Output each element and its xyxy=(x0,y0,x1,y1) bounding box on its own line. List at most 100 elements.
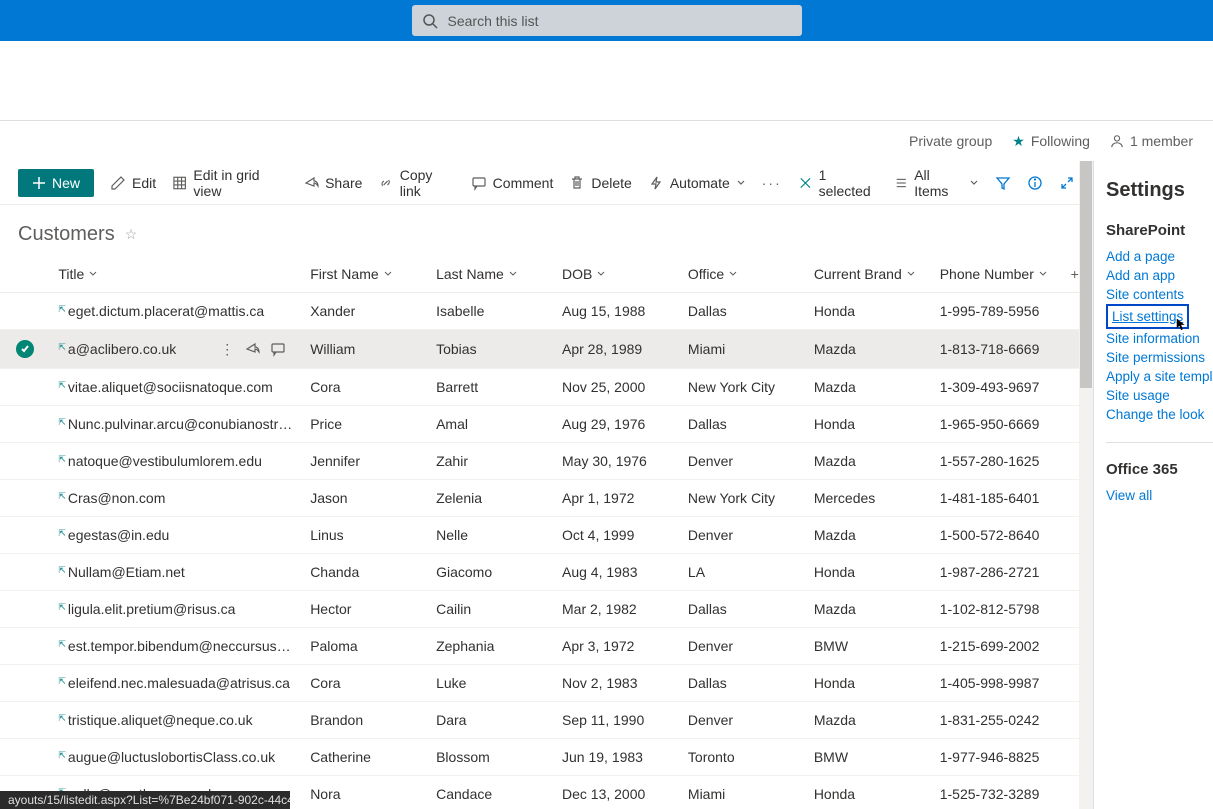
cell-brand: Honda xyxy=(806,665,932,702)
info-button[interactable] xyxy=(1027,175,1043,191)
cell-phone: 1-215-699-2002 xyxy=(932,628,1063,665)
members-button[interactable]: 1 member xyxy=(1110,133,1193,149)
link-site-contents[interactable]: Site contents xyxy=(1106,285,1213,304)
link-add-app[interactable]: Add an app xyxy=(1106,266,1213,285)
col-phone[interactable]: Phone Number xyxy=(932,256,1063,293)
link-list-settings[interactable]: List settings xyxy=(1106,304,1213,329)
link-site-usage[interactable]: Site usage xyxy=(1106,386,1213,405)
cell-dob: Aug 15, 1988 xyxy=(554,293,680,330)
cell-dob: May 30, 1976 xyxy=(554,443,680,480)
link-add-page[interactable]: Add a page xyxy=(1106,247,1213,266)
cell-last: Candace xyxy=(428,776,554,809)
scrollbar-thumb[interactable] xyxy=(1080,161,1092,388)
cell-phone: 1-977-946-8825 xyxy=(932,739,1063,776)
table-row[interactable]: ⇱augue@luctuslobortisClass.co.ukCatherin… xyxy=(0,739,1093,776)
table-row[interactable]: ⇱Nullam@Etiam.netChandaGiacomoAug 4, 198… xyxy=(0,554,1093,591)
chevron-down-icon xyxy=(906,266,916,282)
col-last-name[interactable]: Last Name xyxy=(428,256,554,293)
cell-title[interactable]: ⇱Nullam@Etiam.net xyxy=(50,554,302,591)
cell-title[interactable]: ⇱natoque@vestibulumlorem.edu xyxy=(50,443,302,480)
automate-button[interactable]: Automate xyxy=(648,175,746,191)
cell-dob: Oct 4, 1999 xyxy=(554,517,680,554)
cell-title[interactable]: ⇱ligula.elit.pretium@risus.ca xyxy=(50,591,302,628)
delete-icon xyxy=(569,175,585,191)
cell-title[interactable]: ⇱eget.dictum.placerat@mattis.ca xyxy=(50,293,302,330)
table-row[interactable]: ⇱eleifend.nec.malesuada@atrisus.caCoraLu… xyxy=(0,665,1093,702)
col-dob[interactable]: DOB xyxy=(554,256,680,293)
cell-office: New York City xyxy=(680,480,806,517)
new-button[interactable]: New xyxy=(18,169,94,197)
clear-selection-button[interactable]: 1 selected xyxy=(798,167,878,199)
table-row[interactable]: ⇱est.tempor.bibendum@neccursusa.comPalom… xyxy=(0,628,1093,665)
cell-title[interactable]: ⇱Nunc.pulvinar.arcu@conubianostraper.edu xyxy=(50,406,302,443)
col-brand[interactable]: Current Brand xyxy=(806,256,932,293)
cell-brand: Honda xyxy=(806,554,932,591)
table-row[interactable]: ⇱eget.dictum.placerat@mattis.caXanderIsa… xyxy=(0,293,1093,330)
col-first-name[interactable]: First Name xyxy=(302,256,428,293)
view-switcher-button[interactable]: All Items xyxy=(894,167,979,199)
table-row[interactable]: ⇱tristique.aliquet@neque.co.ukBrandonDar… xyxy=(0,702,1093,739)
col-select[interactable] xyxy=(0,256,50,293)
vertical-scrollbar[interactable] xyxy=(1079,161,1093,809)
new-indicator-icon: ⇱ xyxy=(58,750,66,760)
cell-dob: Apr 28, 1989 xyxy=(554,330,680,369)
favorite-button[interactable]: ☆ xyxy=(125,226,138,243)
row-more-button[interactable]: ⋮ xyxy=(220,341,234,358)
comment-icon[interactable] xyxy=(270,341,286,357)
table-row[interactable]: ⇱egestas@in.eduLinusNelleOct 4, 1999Denv… xyxy=(0,517,1093,554)
cell-brand: Mazda xyxy=(806,443,932,480)
selected-check-icon[interactable] xyxy=(16,340,34,358)
new-indicator-icon: ⇱ xyxy=(58,454,66,464)
chevron-down-icon xyxy=(728,266,738,282)
cell-dob: Apr 3, 1972 xyxy=(554,628,680,665)
cell-first: Nora xyxy=(302,776,428,809)
cell-title[interactable]: ⇱augue@luctuslobortisClass.co.uk xyxy=(50,739,302,776)
share-icon[interactable] xyxy=(244,341,260,357)
cell-brand: Mazda xyxy=(806,517,932,554)
link-view-all[interactable]: View all xyxy=(1106,486,1213,505)
new-indicator-icon: ⇱ xyxy=(58,342,66,352)
cell-brand: Honda xyxy=(806,293,932,330)
new-indicator-icon: ⇱ xyxy=(58,528,66,538)
new-indicator-icon: ⇱ xyxy=(58,304,66,314)
table-row[interactable]: ⇱vitae.aliquet@sociisnatoque.comCoraBarr… xyxy=(0,369,1093,406)
filter-button[interactable] xyxy=(995,175,1011,191)
cell-title[interactable]: ⇱vitae.aliquet@sociisnatoque.com xyxy=(50,369,302,406)
search-input[interactable]: Search this list xyxy=(412,5,802,36)
cell-phone: 1-500-572-8640 xyxy=(932,517,1063,554)
grid-view-button[interactable]: Edit in grid view xyxy=(172,167,287,199)
table-row[interactable]: ⇱natoque@vestibulumlorem.eduJenniferZahi… xyxy=(0,443,1093,480)
table-row[interactable]: ⇱a@aclibero.co.uk⋮WilliamTobiasApr 28, 1… xyxy=(0,330,1093,369)
table-row[interactable]: ⇱Nunc.pulvinar.arcu@conubianostraper.edu… xyxy=(0,406,1093,443)
cell-title[interactable]: ⇱a@aclibero.co.uk⋮ xyxy=(50,330,302,369)
link-site-permissions[interactable]: Site permissions xyxy=(1106,348,1213,367)
link-change-look[interactable]: Change the look xyxy=(1106,405,1213,424)
cell-title[interactable]: ⇱Cras@non.com xyxy=(50,480,302,517)
cell-dob: Apr 1, 1972 xyxy=(554,480,680,517)
cell-title[interactable]: ⇱egestas@in.edu xyxy=(50,517,302,554)
cell-phone: 1-995-789-5956 xyxy=(932,293,1063,330)
link-apply-template[interactable]: Apply a site template xyxy=(1106,367,1213,386)
cell-title[interactable]: ⇱tristique.aliquet@neque.co.uk xyxy=(50,702,302,739)
comment-button[interactable]: Comment xyxy=(471,175,554,191)
copy-link-button[interactable]: Copy link xyxy=(378,167,454,199)
delete-button[interactable]: Delete xyxy=(569,175,631,191)
col-office[interactable]: Office xyxy=(680,256,806,293)
expand-button[interactable] xyxy=(1059,175,1075,191)
edit-button[interactable]: Edit xyxy=(110,175,156,191)
cell-title[interactable]: ⇱est.tempor.bibendum@neccursusa.com xyxy=(50,628,302,665)
info-icon xyxy=(1027,175,1043,191)
table-row[interactable]: ⇱ligula.elit.pretium@risus.caHectorCaili… xyxy=(0,591,1093,628)
cell-first: Jason xyxy=(302,480,428,517)
link-site-info[interactable]: Site information xyxy=(1106,329,1213,348)
cell-brand: Mazda xyxy=(806,330,932,369)
following-button[interactable]: ★ Following xyxy=(1012,133,1090,150)
overflow-button[interactable]: ··· xyxy=(762,175,782,191)
col-title[interactable]: Title xyxy=(50,256,302,293)
new-indicator-icon: ⇱ xyxy=(58,565,66,575)
share-button[interactable]: Share xyxy=(303,175,362,191)
table-row[interactable]: ⇱Cras@non.comJasonZeleniaApr 1, 1972New … xyxy=(0,480,1093,517)
cell-title[interactable]: ⇱eleifend.nec.malesuada@atrisus.ca xyxy=(50,665,302,702)
cell-brand: Mazda xyxy=(806,591,932,628)
table-scroll[interactable]: Title First Name Last Name DOB Office Cu… xyxy=(0,256,1093,809)
